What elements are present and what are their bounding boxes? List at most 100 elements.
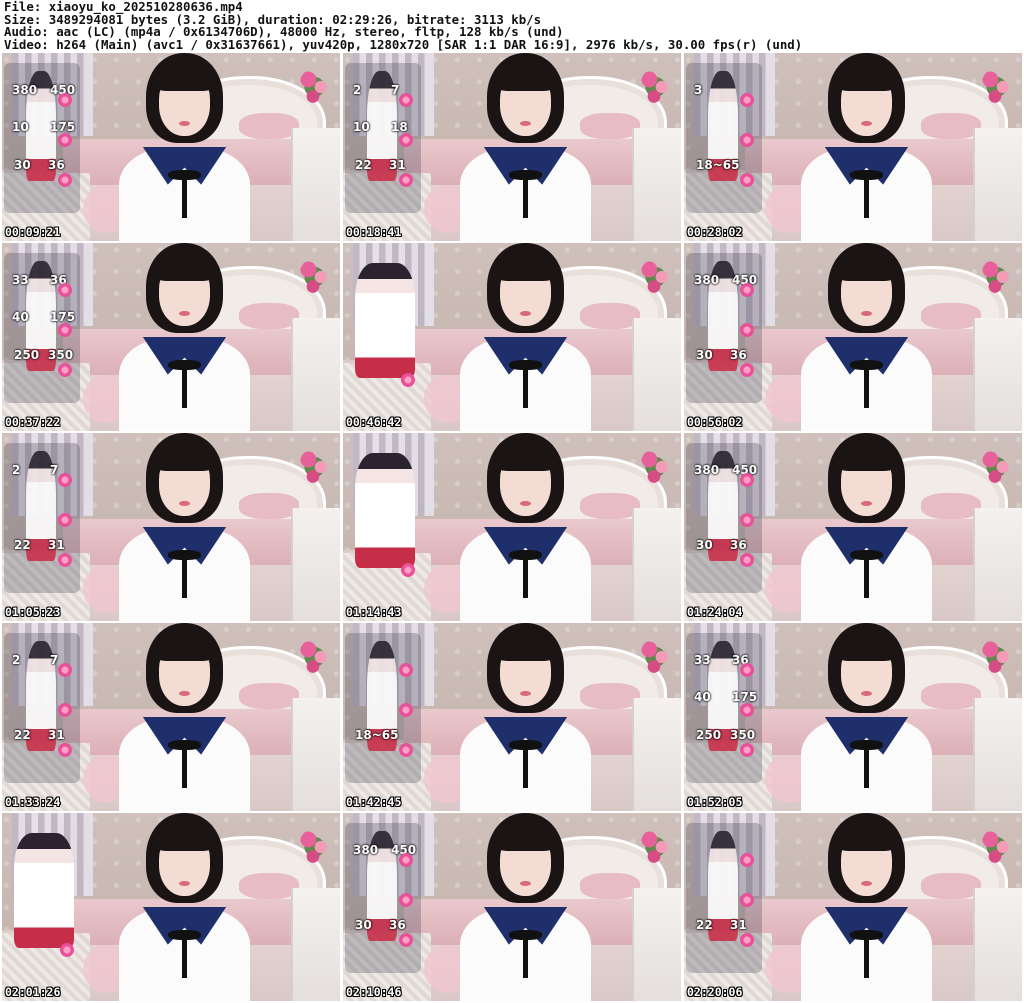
overlay-value: 30 (14, 158, 31, 172)
stream-overlay-widget (4, 823, 80, 973)
overlay-value: 36 (730, 538, 747, 552)
hair-bangs (836, 254, 897, 281)
flower-icon (740, 933, 754, 947)
anime-avatar-icon (355, 453, 415, 568)
thumbnail-timestamp: 00:56:02 (687, 415, 743, 429)
ribbon-bow (168, 549, 201, 599)
thumbnail-timestamp: 00:09:21 (5, 225, 61, 239)
thumbnail-frame[interactable]: 22 31 02:20:06 (684, 813, 1022, 1001)
stream-overlay-widget: 380 450 30 36 (345, 823, 421, 973)
overlay-value: 18~65 (355, 728, 399, 742)
thumbnail-frame[interactable]: 18~65 01:42:45 (343, 623, 681, 811)
ribbon-bow (509, 739, 542, 789)
thumbnail-timestamp: 02:20:06 (687, 985, 743, 999)
hair-bangs (836, 64, 897, 91)
flower-vase (981, 258, 1012, 296)
dresser (972, 888, 1022, 1001)
flower-icon (399, 893, 413, 907)
overlay-value: 40 (694, 690, 711, 704)
person-figure (110, 623, 259, 811)
stream-overlay-widget: 3 18~65 (686, 63, 762, 213)
thumbnail-timestamp: 00:46:42 (346, 415, 402, 429)
hair-bangs (495, 634, 556, 661)
thumbnail-frame[interactable]: 380 450 10 175 30 36 00:09:21 (2, 53, 340, 241)
overlay-value: 22 (696, 918, 713, 932)
dresser (972, 318, 1022, 431)
flower-vase (640, 68, 671, 106)
thumbnail-frame[interactable]: 380 450 30 36 02:10:46 (343, 813, 681, 1001)
dresser (290, 508, 340, 621)
stream-overlay-widget (345, 253, 421, 403)
thumbnail-grid: 380 450 10 175 30 36 00:09:21 2 7 10 18 22 31 00:1… (2, 53, 1022, 1001)
person-figure (110, 53, 259, 241)
overlay-value: 350 (730, 728, 756, 742)
thumbnail-frame[interactable]: 2 7 10 18 22 31 00:18:41 (343, 53, 681, 241)
file-info-header: File: xiaoyu_ko_202510280636.mp4 Size: 3… (4, 0, 1020, 51)
overlay-value: 10 (353, 120, 370, 134)
flower-icon (399, 933, 413, 947)
ribbon-bow (850, 169, 883, 219)
flower-icon (58, 363, 72, 377)
overlay-value: 10 (12, 120, 29, 134)
ribbon-bow (168, 169, 201, 219)
person-figure (451, 433, 600, 621)
thumbnail-frame[interactable]: 33 36 40 175 250 350 01:52:05 (684, 623, 1022, 811)
flower-icon (401, 373, 415, 387)
overlay-value: 36 (48, 158, 65, 172)
overlay-value: 30 (696, 538, 713, 552)
person-figure (451, 53, 600, 241)
ribbon-bow (168, 929, 201, 979)
overlay-value: 36 (389, 918, 406, 932)
stream-overlay-widget: 2 7 22 31 (4, 633, 80, 783)
stream-overlay-widget (345, 443, 421, 593)
flower-icon (740, 743, 754, 757)
overlay-value: 31 (389, 158, 406, 172)
overlay-value: 30 (696, 348, 713, 362)
overlay-value: 40 (12, 310, 29, 324)
person-figure (792, 623, 941, 811)
flower-icon (740, 323, 754, 337)
dresser (631, 318, 681, 431)
flower-icon (58, 173, 72, 187)
overlay-value: 380 (694, 463, 720, 477)
flower-icon (740, 513, 754, 527)
thumbnail-frame[interactable]: 3 18~65 00:28:02 (684, 53, 1022, 241)
stream-overlay-widget: 2 7 10 18 22 31 (345, 63, 421, 213)
flower-icon (58, 553, 72, 567)
flower-vase (640, 638, 671, 676)
flower-icon (740, 283, 754, 297)
thumbnail-frame[interactable]: 00:46:42 (343, 243, 681, 431)
thumbnail-frame[interactable]: 2 7 22 31 01:33:24 (2, 623, 340, 811)
overlay-value: 7 (50, 653, 59, 667)
stream-overlay-widget: 2 7 22 31 (4, 443, 80, 593)
thumbnail-frame[interactable]: 33 36 40 175 250 350 00:37:22 (2, 243, 340, 431)
flower-icon (740, 663, 754, 677)
overlay-value: 30 (355, 918, 372, 932)
thumbnail-frame[interactable]: 2 7 22 31 01:05:23 (2, 433, 340, 621)
thumbnail-frame[interactable]: 380 450 30 36 00:56:02 (684, 243, 1022, 431)
thumbnail-timestamp: 00:37:22 (5, 415, 61, 429)
thumbnail-frame[interactable]: 01:14:43 (343, 433, 681, 621)
overlay-value: 33 (12, 273, 29, 287)
person-figure (110, 433, 259, 621)
thumbnail-timestamp: 01:24:04 (687, 605, 743, 619)
overlay-value: 350 (48, 348, 74, 362)
person-figure (792, 813, 941, 1001)
overlay-value: 22 (14, 728, 31, 742)
overlay-value: 18~65 (696, 158, 740, 172)
thumbnail-frame[interactable]: 02:01:26 (2, 813, 340, 1001)
person-figure (792, 243, 941, 431)
flower-icon (58, 703, 72, 717)
overlay-value: 31 (730, 918, 747, 932)
flower-icon (58, 513, 72, 527)
hair-bangs (154, 634, 215, 661)
dresser (290, 888, 340, 1001)
hair-bangs (154, 824, 215, 851)
person-figure (110, 813, 259, 1001)
flower-icon (58, 93, 72, 107)
overlay-value: 380 (353, 843, 379, 857)
stream-overlay-widget: 380 450 10 175 30 36 (4, 63, 80, 213)
hair-bangs (836, 634, 897, 661)
thumbnail-frame[interactable]: 380 450 30 36 01:24:04 (684, 433, 1022, 621)
ribbon-bow (850, 929, 883, 979)
